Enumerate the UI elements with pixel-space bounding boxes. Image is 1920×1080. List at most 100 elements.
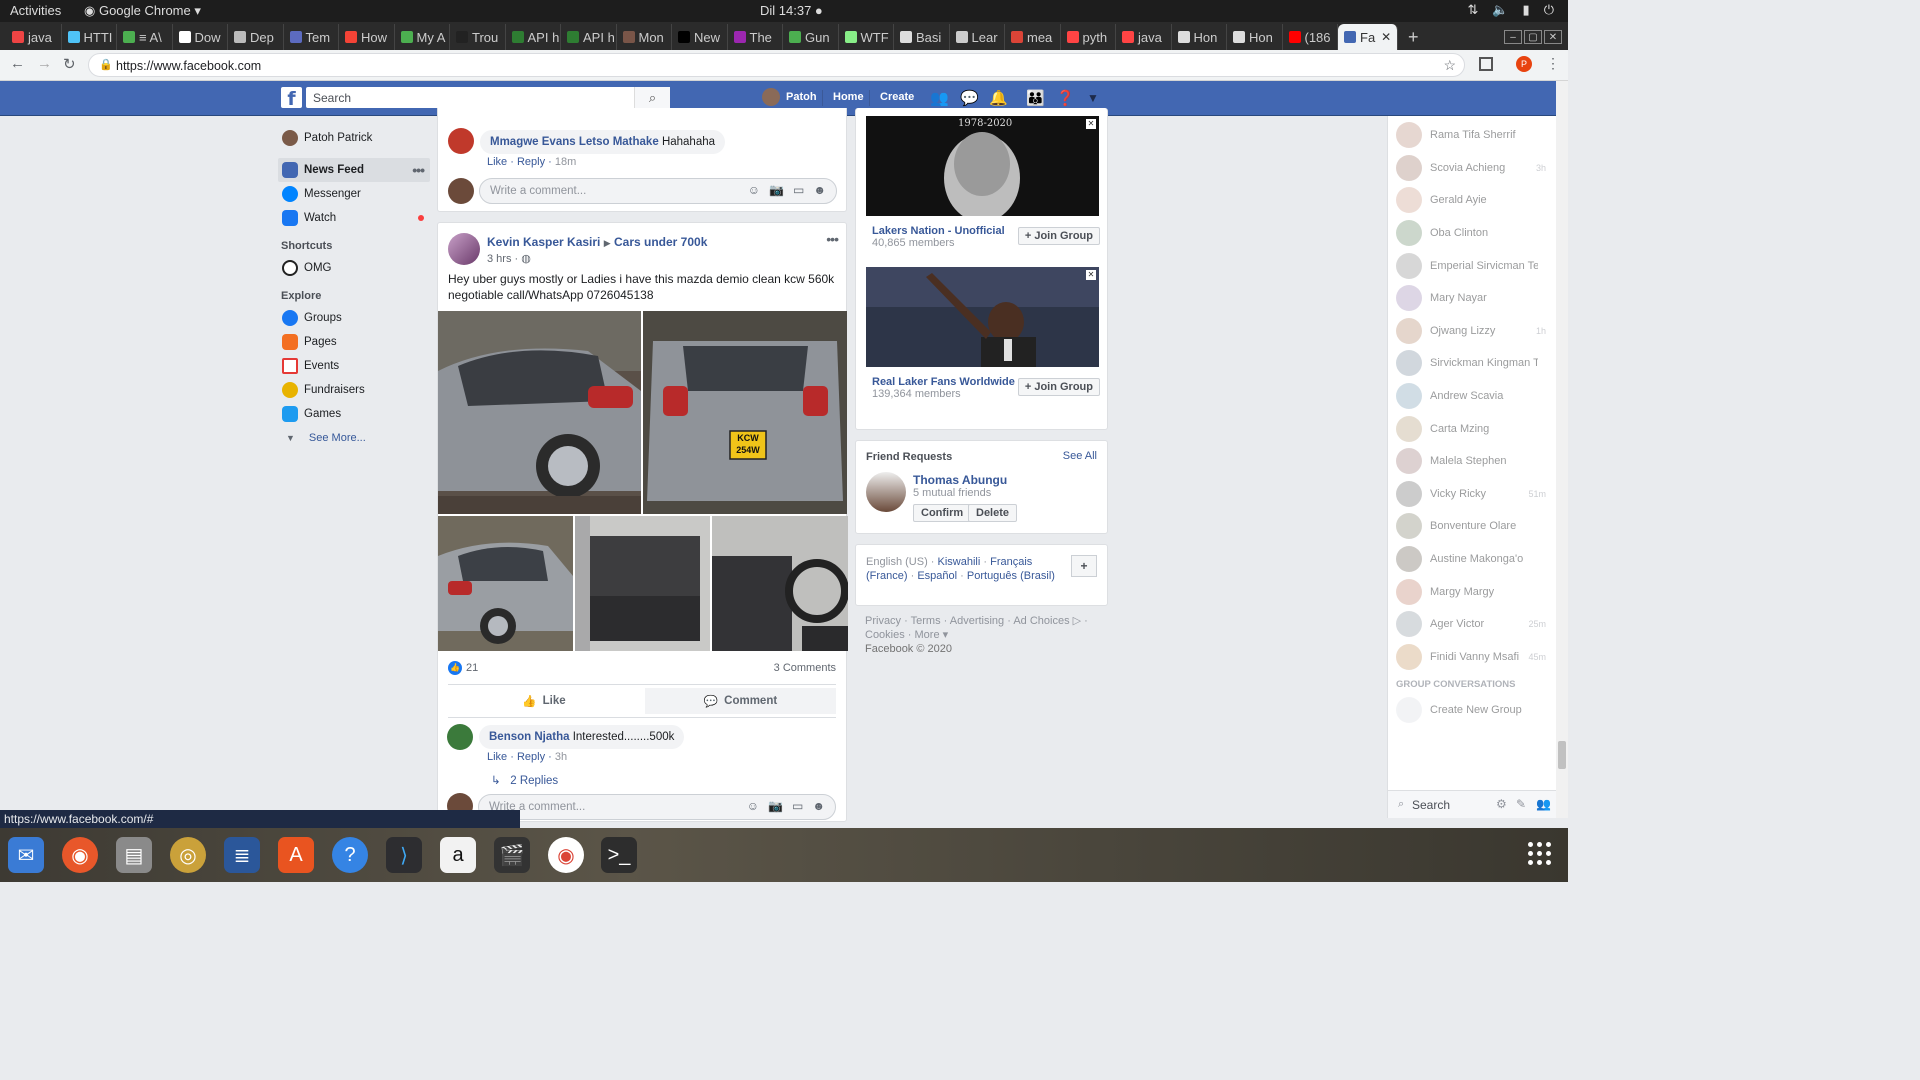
browser-tab[interactable]: Lear	[950, 24, 1005, 50]
sidebar-item-watch[interactable]: Watch	[278, 206, 430, 230]
delete-button[interactable]: Delete	[968, 504, 1018, 522]
group-chat-icon[interactable]: 👥	[1536, 797, 1551, 811]
friend-requests-icon[interactable]: 👥	[930, 89, 949, 107]
system-tray[interactable]: ⇅ 🔈 ▮ ⏻	[1467, 2, 1554, 18]
group-title-2[interactable]: Real Laker Fans Worldwide	[872, 374, 1015, 388]
browser-tab[interactable]: WTF	[839, 24, 894, 50]
browser-tab[interactable]: Dow	[173, 24, 228, 50]
browser-tab[interactable]: API h	[561, 24, 617, 50]
sidebar-item-events[interactable]: Events	[278, 354, 430, 378]
sidebar-item-news-feed[interactable]: News Feed •••	[278, 158, 430, 182]
reload-icon[interactable]: ↻	[63, 55, 76, 73]
gif-icon[interactable]: ▭	[792, 799, 803, 813]
camera-icon[interactable]: 📷	[769, 183, 784, 197]
avatar[interactable]	[762, 88, 780, 106]
mutual-friends[interactable]: 5 mutual friends	[913, 487, 991, 499]
language-link[interactable]: Português (Brasil)	[967, 570, 1055, 582]
chat-contact[interactable]: Ager Victor 25m	[1388, 608, 1556, 641]
maximize-icon[interactable]: ▢	[1524, 30, 1542, 44]
clock[interactable]: Dil 14:37 ●	[760, 3, 823, 18]
car-photo-front-seat[interactable]	[712, 516, 848, 651]
comment-like-link[interactable]: Like	[487, 751, 507, 763]
comment-author[interactable]: Benson Njatha	[489, 731, 570, 743]
browser-tab[interactable]: New	[672, 24, 728, 50]
avatar[interactable]	[447, 724, 473, 750]
account-menu-icon[interactable]: ▼	[1087, 91, 1099, 105]
browser-tab[interactable]: java	[6, 24, 62, 50]
avatar[interactable]	[448, 128, 474, 154]
sidebar-item-games[interactable]: Games	[278, 402, 430, 426]
sticker-icon[interactable]: ☻	[813, 183, 826, 197]
comment-author[interactable]: Mmagwe Evans Letso Mathake	[490, 136, 659, 148]
minimize-icon[interactable]: –	[1504, 30, 1522, 44]
chat-contact[interactable]: Oba Clinton	[1388, 217, 1556, 250]
browser-tab-active[interactable]: Fa ✕	[1338, 24, 1398, 50]
browser-tab[interactable]: (186	[1283, 24, 1338, 50]
footer-line-2[interactable]: Cookies · More ▾	[865, 628, 1095, 642]
page-scrollbar[interactable]	[1556, 81, 1568, 818]
confirm-button[interactable]: Confirm	[913, 504, 972, 522]
gif-icon[interactable]: ▭	[793, 183, 804, 197]
browser-tab[interactable]: Dep	[228, 24, 284, 50]
messenger-icon[interactable]: 💬	[960, 89, 979, 107]
help-icon[interactable]: ❓	[1056, 89, 1075, 107]
avatar[interactable]	[866, 472, 906, 512]
browser-tab[interactable]: My A	[395, 24, 450, 50]
chat-contact[interactable]: Austine Makonga'o	[1388, 543, 1556, 576]
browser-tab[interactable]: Hon	[1227, 24, 1283, 50]
post-options-icon[interactable]: •••	[826, 231, 839, 247]
browser-tab[interactable]: Trou	[450, 24, 506, 50]
browser-tab[interactable]: How	[339, 24, 395, 50]
extension-icon[interactable]	[1479, 57, 1493, 71]
chat-contact[interactable]: Margy Margy	[1388, 575, 1556, 608]
chat-contact[interactable]: Finidi Vanny Msafi 45m	[1388, 641, 1556, 674]
sidebar-item-fundraisers[interactable]: Fundraisers	[278, 378, 430, 402]
nav-profile-link[interactable]: Patoh	[786, 91, 817, 103]
browser-tab[interactable]: HTTI	[62, 24, 117, 50]
sticker-icon[interactable]: ☻	[812, 799, 825, 813]
sidebar-item-omg[interactable]: OMG	[278, 256, 430, 280]
comment-input[interactable]: Write a comment... ☺ 📷 ▭ ☻	[478, 794, 836, 820]
chrome-icon[interactable]: ◉	[548, 837, 584, 873]
create-group-button[interactable]: Create New Group	[1388, 694, 1556, 727]
help-icon[interactable]: ?	[332, 837, 368, 873]
comment-like-link[interactable]: Like	[487, 156, 507, 168]
footer-line-1[interactable]: Privacy · Terms · Advertising · Ad Choic…	[865, 614, 1095, 628]
join-group-button[interactable]: + Join Group	[1017, 227, 1100, 245]
comment-input[interactable]: Write a comment... ☺ 📷 ▭ ☻	[479, 178, 837, 204]
post-comment-button[interactable]: 💬 Comment	[645, 688, 836, 714]
emoji-icon[interactable]: ☺	[747, 799, 759, 813]
comment-reply-link[interactable]: Reply	[517, 156, 545, 168]
car-photo-rear[interactable]: KCW 254W	[643, 311, 847, 514]
chat-contact[interactable]: Gerald Ayie	[1388, 184, 1556, 217]
see-all-link[interactable]: See All	[1063, 450, 1097, 462]
chat-contact[interactable]: Carta Mzing	[1388, 412, 1556, 445]
chat-contact[interactable]: Mary Nayar	[1388, 282, 1556, 315]
search-input[interactable]: Search ⌕	[306, 87, 670, 108]
car-photo-side[interactable]	[438, 311, 641, 514]
bookmark-star-icon[interactable]: ☆	[1443, 57, 1456, 74]
ad-image-1[interactable]: 1978-2020 ✕	[866, 116, 1099, 216]
post-time[interactable]: 3 hrs	[487, 253, 511, 265]
browser-tab[interactable]: API h	[506, 24, 561, 50]
browser-tab[interactable]: Basi	[894, 24, 950, 50]
sidebar-item-messenger[interactable]: Messenger	[278, 182, 430, 206]
browser-tab[interactable]: java	[1116, 24, 1172, 50]
comment-reply-link[interactable]: Reply	[517, 751, 545, 763]
reaction-count[interactable]: 21	[466, 662, 478, 674]
profile-link[interactable]: Patoh Patrick	[278, 126, 430, 150]
avatar[interactable]	[448, 233, 480, 265]
nav-create-link[interactable]: Create	[880, 91, 914, 103]
ad-image-2[interactable]: ✕	[866, 267, 1099, 367]
group-title-1[interactable]: Lakers Nation - Unofficial	[872, 223, 1005, 237]
rhythmbox-icon[interactable]: ◎	[170, 837, 206, 873]
chat-contact[interactable]: Andrew Scavia	[1388, 380, 1556, 413]
writer-icon[interactable]: ≣	[224, 837, 260, 873]
like-reaction-icon[interactable]: 👍	[448, 661, 462, 675]
thunderbird-icon[interactable]: ✉	[8, 837, 44, 873]
chrome-menu-icon[interactable]: ⋮	[1546, 55, 1560, 72]
notifications-icon[interactable]: 🔔	[989, 89, 1008, 107]
language-link[interactable]: Español	[917, 570, 957, 582]
facebook-logo-icon[interactable]: f	[281, 87, 302, 110]
files-icon[interactable]: ▤	[116, 837, 152, 873]
